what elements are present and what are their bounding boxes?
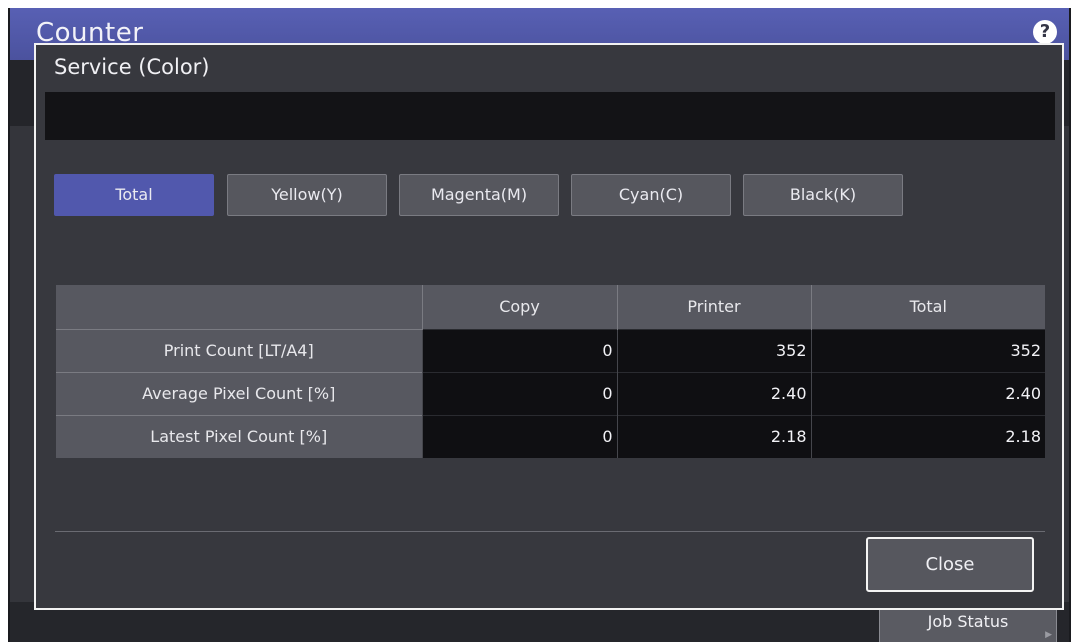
service-color-dialog: Service (Color) Total Yellow(Y) Magenta(… — [34, 43, 1064, 610]
arrow-right-icon: ▶ — [1045, 630, 1052, 640]
message-bar — [45, 92, 1055, 140]
help-icon[interactable]: ? — [1033, 20, 1057, 44]
tab-yellow[interactable]: Yellow(Y) — [227, 174, 387, 216]
table-header-row: Copy Printer Total — [56, 285, 1045, 329]
copy-cell: 0 — [421, 328, 617, 372]
counter-table: Copy Printer Total Print Count [LT/A4] 0… — [56, 285, 1045, 458]
column-header-printer: Printer — [616, 285, 811, 329]
printer-cell: 352 — [616, 328, 811, 372]
divider — [55, 531, 1045, 532]
dialog-title: Service (Color) — [54, 55, 210, 79]
total-cell: 2.40 — [810, 371, 1045, 415]
row-label: Latest Pixel Count [%] — [56, 414, 422, 458]
job-status-label: Job Status — [927, 612, 1009, 631]
row-label: Average Pixel Count [%] — [56, 371, 422, 415]
printer-cell: 2.40 — [616, 371, 811, 415]
total-cell: 352 — [810, 328, 1045, 372]
close-button[interactable]: Close — [866, 537, 1034, 592]
column-header-copy: Copy — [421, 285, 617, 329]
copy-cell: 0 — [421, 414, 617, 458]
tab-magenta[interactable]: Magenta(M) — [399, 174, 559, 216]
copy-cell: 0 — [421, 371, 617, 415]
table-row: Average Pixel Count [%] 0 2.40 2.40 — [56, 371, 1045, 415]
printer-cell: 2.18 — [616, 414, 811, 458]
tab-cyan[interactable]: Cyan(C) — [571, 174, 731, 216]
tab-black[interactable]: Black(K) — [743, 174, 903, 216]
column-header-blank — [56, 285, 422, 329]
table-row: Latest Pixel Count [%] 0 2.18 2.18 — [56, 414, 1045, 458]
row-label: Print Count [LT/A4] — [56, 328, 422, 372]
table-row: Print Count [LT/A4] 0 352 352 — [56, 328, 1045, 372]
total-cell: 2.18 — [810, 414, 1045, 458]
column-header-total: Total — [810, 285, 1045, 329]
tab-total[interactable]: Total — [54, 174, 214, 216]
